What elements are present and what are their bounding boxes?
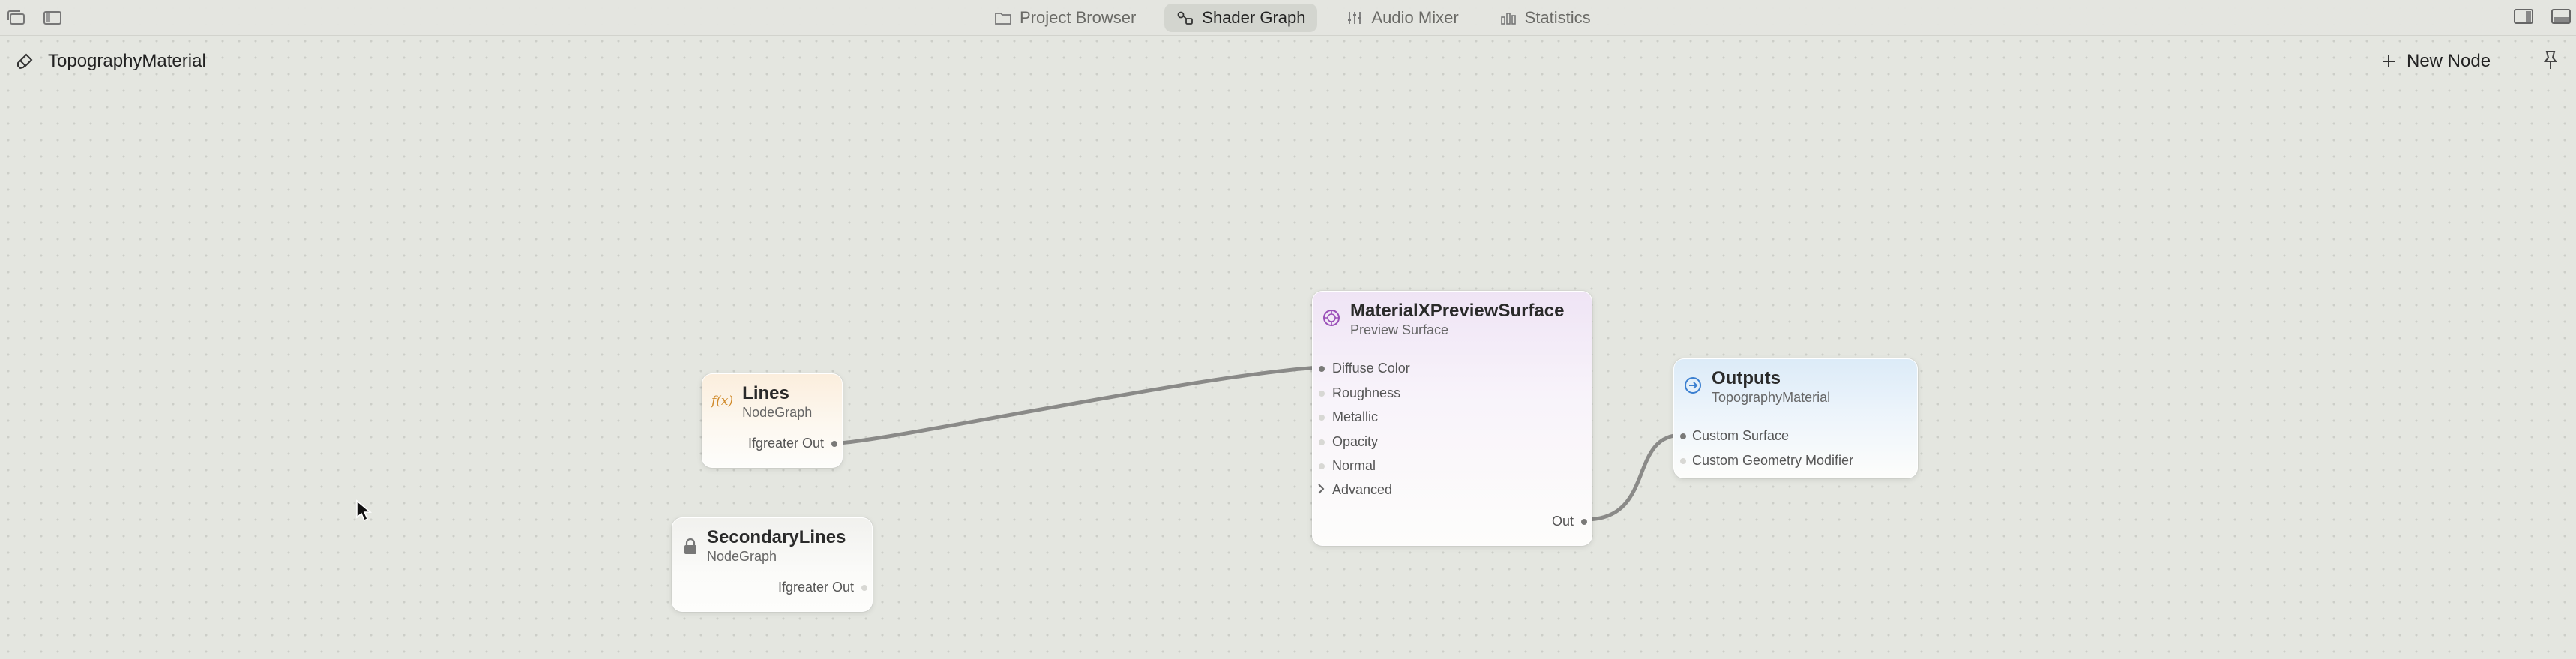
node-title: Lines [742, 383, 789, 403]
input-port-label: Diffuse Color [1332, 361, 1410, 376]
node-title: Outputs [1712, 368, 1781, 388]
input-port-label: Custom Geometry Modifier [1692, 453, 1854, 468]
tab-bar: Project Browser Shader Graph Audio Mixer… [982, 3, 1603, 33]
input-port-label: Metallic [1332, 409, 1379, 424]
new-node-label: New Node [2407, 51, 2491, 71]
output-port-dot[interactable] [1581, 519, 1587, 525]
node-lines[interactable]: f(x) Lines NodeGraph Ifgreater Out [702, 373, 843, 468]
tab-label: Shader Graph [1202, 8, 1306, 27]
material-title-text: TopographyMaterial [48, 51, 206, 71]
panel-toggles [2513, 7, 2572, 25]
tab-shader-graph[interactable]: Shader Graph [1164, 4, 1318, 32]
input-port-dot[interactable] [1680, 458, 1686, 464]
node-subtitle: NodeGraph [707, 549, 777, 564]
tab-audio-mixer[interactable]: Audio Mixer [1334, 4, 1470, 32]
output-port-label: Ifgreater Out [747, 436, 824, 451]
input-port-dot[interactable] [1319, 391, 1325, 397]
input-port-dot[interactable] [1319, 366, 1325, 372]
node-outputs[interactable]: Outputs TopographyMaterial Custom Surfac… [1673, 358, 1918, 478]
input-port-dot[interactable] [1680, 433, 1686, 439]
input-port-label: Roughness [1332, 385, 1401, 400]
audio-mixer-icon [1348, 12, 1362, 24]
pin-icon[interactable] [2542, 49, 2560, 74]
new-node-button[interactable]: New Node [2381, 51, 2491, 72]
tab-project-browser[interactable]: Project Browser [982, 4, 1148, 32]
output-arrow-icon [1685, 377, 1701, 394]
folder-icon [995, 13, 1011, 25]
tab-label: Statistics [1524, 8, 1591, 27]
bottom-panel-toggle-icon[interactable] [2551, 7, 2572, 25]
sidebar-toggle-icon[interactable] [42, 9, 63, 27]
edge-out-to-custom-surface [1583, 433, 1685, 522]
chevron-right-icon[interactable] [1316, 483, 1325, 495]
input-port-label: Opacity [1332, 434, 1379, 449]
output-port-label: Out [1551, 514, 1574, 529]
node-subtitle: TopographyMaterial [1712, 390, 1831, 405]
output-port-dot[interactable] [861, 585, 867, 591]
input-port-dot[interactable] [1319, 463, 1325, 469]
input-port-dot[interactable] [1319, 439, 1325, 445]
function-icon: f(x) [711, 394, 734, 409]
node-graph-icon [1177, 11, 1194, 25]
input-port-label: Normal [1332, 458, 1376, 473]
graph-header: TopographyMaterial New Node [0, 36, 2576, 88]
lock-icon [684, 538, 696, 554]
graph-edges [834, 365, 1685, 522]
material-sphere-icon [1323, 310, 1340, 326]
node-title: MaterialXPreviewSurface [1350, 301, 1565, 321]
edge-lines-to-diffuse [834, 365, 1322, 445]
input-port-dot[interactable] [1319, 415, 1325, 421]
output-port-dot[interactable] [831, 441, 837, 447]
tab-label: Project Browser [1020, 8, 1137, 27]
input-port-label: Custom Surface [1692, 428, 1790, 443]
window-stack-icon[interactable] [6, 9, 27, 27]
tab-label: Audio Mixer [1371, 8, 1459, 27]
tab-statistics[interactable]: Statistics [1487, 4, 1603, 32]
node-subtitle: Preview Surface [1350, 322, 1449, 337]
paintbrush-icon [17, 53, 33, 70]
plus-icon [2383, 55, 2395, 67]
node-subtitle: NodeGraph [742, 405, 813, 420]
inspector-toggle-icon[interactable] [2513, 7, 2534, 25]
top-toolbar: Project Browser Shader Graph Audio Mixer… [0, 0, 2576, 36]
node-materialx-preview-surface[interactable]: MaterialXPreviewSurface Preview Surface … [1312, 291, 1592, 546]
mouse-cursor-icon [356, 499, 372, 522]
node-title: SecondaryLines [707, 527, 846, 547]
material-title: TopographyMaterial [15, 51, 206, 72]
node-secondary-lines[interactable]: SecondaryLines NodeGraph Ifgreater Out [672, 517, 873, 612]
advanced-disclosure[interactable]: Advanced [1332, 482, 1392, 498]
output-port-label: Ifgreater Out [777, 580, 854, 595]
statistics-icon [1500, 13, 1516, 25]
